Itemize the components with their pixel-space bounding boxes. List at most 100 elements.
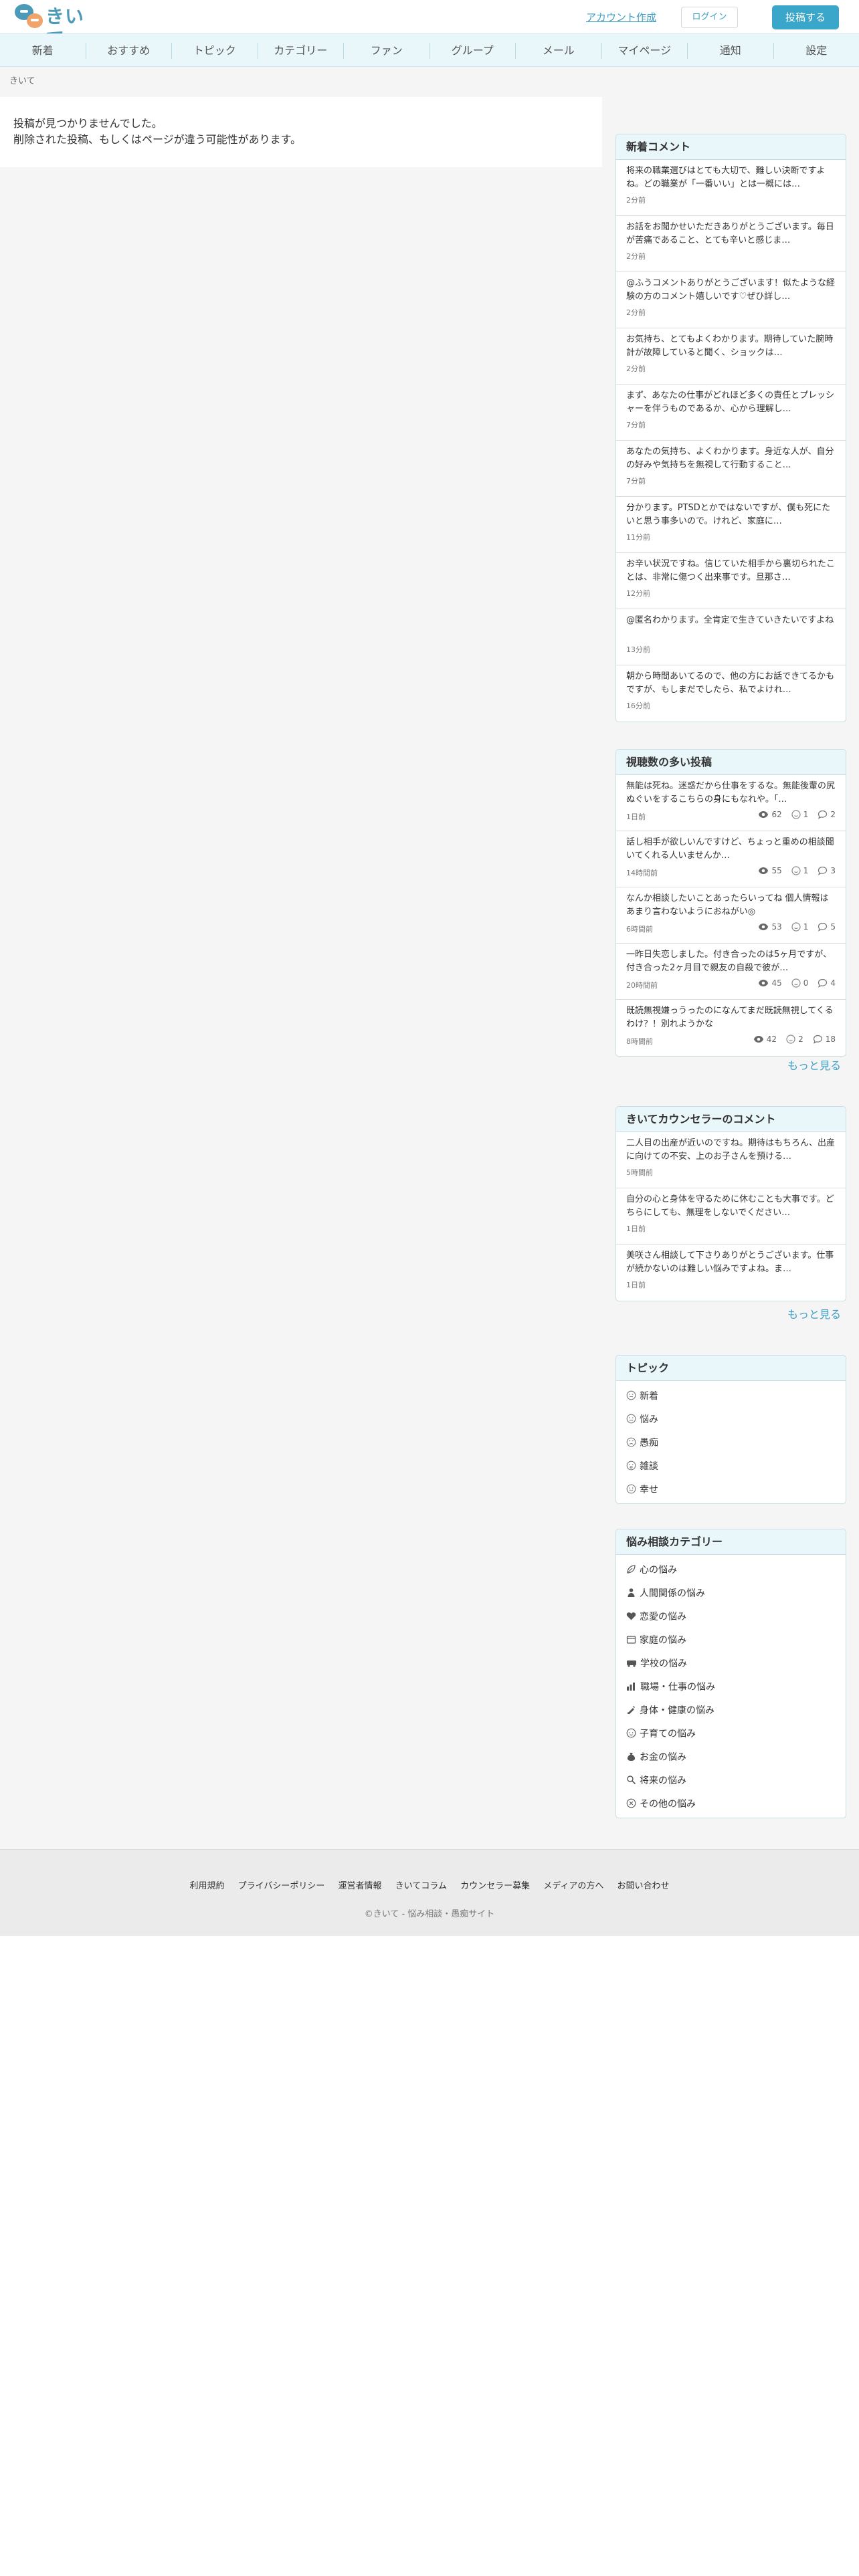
footer-link-counselor-recruit[interactable]: カウンセラー募集 bbox=[460, 1881, 530, 1891]
nav-item-fan[interactable]: ファン bbox=[344, 43, 430, 59]
view-count: 42 bbox=[766, 1035, 777, 1044]
footer-link-column[interactable]: きいてコラム bbox=[395, 1881, 447, 1891]
leaf-icon bbox=[627, 1565, 636, 1574]
topic-item-complaint[interactable]: 愚痴 bbox=[616, 1430, 846, 1454]
comment-item[interactable]: 二人目の出産が近いのですね。期待はもちろん、出産に向けての不安、上のお子さんを預… bbox=[616, 1132, 846, 1188]
category-item-work[interactable]: 職場・仕事の悩み bbox=[616, 1675, 846, 1698]
categories-widget: 悩み相談カテゴリー 心の悩み 人間関係の悩み 恋愛の悩み 家庭の悩み 学校の悩み… bbox=[615, 1529, 846, 1818]
category-label: 身体・健康の悩み bbox=[640, 1705, 714, 1716]
comment-item[interactable]: お気持ち、とてもよくわかります。期待していた腕時計が故障していると聞く、ショック… bbox=[616, 328, 846, 385]
money-bag-icon bbox=[627, 1753, 636, 1761]
post-text: 無能は死ね。迷惑だから仕事をするな。無能後輩の尻ぬぐいをするこちらの身にもなれや… bbox=[626, 781, 836, 804]
comment-item[interactable]: お話をお聞かせいただきありがとうございます。毎日が苦痛であること、とても辛いと感… bbox=[616, 216, 846, 272]
post-time: 8時間前 bbox=[626, 1037, 653, 1046]
view-count: 55 bbox=[771, 866, 782, 875]
topics-widget: トピック 新着 悩み 愚痴 雑談 幸せ bbox=[615, 1355, 846, 1504]
nav-item-group[interactable]: グループ bbox=[430, 43, 516, 59]
comment-text: 朝から時間あいてるので、他の方にお話できてるかもですが、もしまだでしたら、私でよ… bbox=[626, 671, 835, 695]
comment-text: あなたの気持ち、よくわかります。身近な人が、自分の好みや気持ちを無視して行動する… bbox=[626, 447, 834, 470]
popular-more-link[interactable]: もっと見る bbox=[787, 1057, 841, 1073]
nav-item-mail[interactable]: メール bbox=[516, 43, 602, 59]
category-item-mind[interactable]: 心の悩み bbox=[616, 1558, 846, 1581]
nav-item-topic[interactable]: トピック bbox=[172, 43, 258, 59]
category-item-other[interactable]: その他の悩み bbox=[616, 1792, 846, 1815]
post-time: 20時間前 bbox=[626, 981, 658, 990]
nav-item-settings[interactable]: 設定 bbox=[774, 43, 859, 59]
footer-link-contact[interactable]: お問い合わせ bbox=[617, 1881, 669, 1891]
comment-item[interactable]: まず、あなたの仕事がどれほど多くの責任とプレッシャーを伴うものであるか、心から理… bbox=[616, 385, 846, 441]
like-count: 1 bbox=[803, 810, 809, 819]
topic-item-worry[interactable]: 悩み bbox=[616, 1407, 846, 1430]
comment-time: 16分前 bbox=[626, 702, 650, 710]
nav-item-category[interactable]: カテゴリー bbox=[258, 43, 344, 59]
comment-text: お辛い状況ですね。信じていた相手から裏切られたことは、非常に傷つく出来事です。旦… bbox=[626, 559, 836, 582]
smile-icon bbox=[791, 922, 801, 932]
topic-item-happy[interactable]: 幸せ bbox=[616, 1477, 846, 1501]
comment-item[interactable]: @ふうコメントありがとうございます！似たような経験の方のコメント嬉しいです♡ぜひ… bbox=[616, 272, 846, 328]
post-item[interactable]: 無能は死ね。迷惑だから仕事をするな。無能後輩の尻ぬぐいをするこちらの身にもなれや… bbox=[616, 775, 846, 831]
post-item[interactable]: 一昨日失恋しました。付き合ったのは5ヶ月ですが、付き合った2ヶ月目で親友の自殺で… bbox=[616, 944, 846, 1000]
not-found-line: 投稿が見つかりませんでした。 bbox=[13, 117, 163, 130]
post-button[interactable]: 投稿する bbox=[772, 5, 839, 29]
nav-item-recommended[interactable]: おすすめ bbox=[86, 43, 172, 59]
category-label: その他の悩み bbox=[640, 1798, 696, 1810]
category-item-family[interactable]: 家庭の悩み bbox=[616, 1628, 846, 1651]
eye-icon bbox=[759, 980, 769, 986]
topic-label: 雑談 bbox=[640, 1461, 658, 1472]
comment-item[interactable]: 自分の心と身体を守るために休むことも大事です。どちらにしても、無理をしないでくだ… bbox=[616, 1188, 846, 1245]
post-item[interactable]: なんか相談したいことあったらいってね 個人情報はあまり言わないようにおねがい◎ … bbox=[616, 887, 846, 944]
comment-time: 7分前 bbox=[626, 421, 646, 429]
category-item-future[interactable]: 将来の悩み bbox=[616, 1768, 846, 1792]
comment-icon bbox=[818, 866, 828, 875]
popular-posts-widget: 視聴数の多い投稿 無能は死ね。迷惑だから仕事をするな。無能後輩の尻ぬぐいをするこ… bbox=[615, 749, 846, 1057]
comment-time: 2分前 bbox=[626, 364, 646, 373]
category-item-relationships[interactable]: 人間関係の悩み bbox=[616, 1581, 846, 1604]
login-button[interactable]: ログイン bbox=[681, 7, 738, 28]
topic-item-new[interactable]: 新着 bbox=[616, 1384, 846, 1407]
comment-item[interactable]: あなたの気持ち、よくわかります。身近な人が、自分の好みや気持ちを無視して行動する… bbox=[616, 441, 846, 497]
baby-face-icon bbox=[626, 1728, 636, 1738]
comment-text: 二人目の出産が近いのですね。期待はもちろん、出産に向けての不安、上のお子さんを預… bbox=[626, 1138, 836, 1162]
category-item-parenting[interactable]: 子育ての悩み bbox=[616, 1721, 846, 1745]
footer-link-operator[interactable]: 運営者情報 bbox=[339, 1881, 382, 1891]
eye-icon bbox=[753, 1036, 763, 1043]
comment-icon bbox=[818, 978, 828, 988]
category-item-school[interactable]: 学校の悩み bbox=[616, 1651, 846, 1675]
breadcrumb[interactable]: きいて bbox=[9, 74, 35, 86]
site-logo[interactable]: きいて bbox=[13, 3, 100, 50]
nav-item-notifications[interactable]: 通知 bbox=[688, 43, 774, 59]
widget-title: きいてカウンセラーのコメント bbox=[616, 1107, 846, 1132]
nav-item-new[interactable]: 新着 bbox=[0, 43, 86, 59]
counselor-more-link[interactable]: もっと見る bbox=[787, 1305, 841, 1321]
post-item[interactable]: 既読無視嫌っうったのになんてまだ既読無視してくるわけ？！別れようかな 8時間前 … bbox=[616, 1000, 846, 1056]
comment-text: 自分の心と身体を守るために休むことも大事です。どちらにしても、無理をしないでくだ… bbox=[626, 1194, 834, 1218]
chart-icon bbox=[627, 1683, 635, 1691]
comment-icon bbox=[818, 810, 828, 819]
main-nav: 新着 おすすめ トピック カテゴリー ファン グループ メール マイページ 通知… bbox=[0, 33, 859, 67]
smile-icon bbox=[791, 978, 801, 988]
category-item-health[interactable]: 身体・健康の悩み bbox=[616, 1698, 846, 1721]
signup-link[interactable]: アカウント作成 bbox=[586, 10, 656, 24]
comment-item[interactable]: 美咲さん相談して下さりありがとうございます。仕事が続かないのは難しい悩みですよね… bbox=[616, 1245, 846, 1301]
post-text: 話し相手が欲しいんですけど、ちょっと重めの相談聞いてくれる人いませんか… bbox=[626, 837, 834, 861]
home-icon bbox=[626, 1636, 636, 1644]
comment-time: 11分前 bbox=[626, 533, 650, 542]
comment-item[interactable]: お辛い状況ですね。信じていた相手から裏切られたことは、非常に傷つく出来事です。旦… bbox=[616, 553, 846, 609]
footer-link-media[interactable]: メディアの方へ bbox=[543, 1881, 603, 1891]
post-item[interactable]: 話し相手が欲しいんですけど、ちょっと重めの相談聞いてくれる人いませんか… 14時… bbox=[616, 831, 846, 887]
post-time: 14時間前 bbox=[626, 869, 658, 877]
comment-time: 1日前 bbox=[626, 1224, 646, 1233]
topic-item-chat[interactable]: 雑談 bbox=[616, 1454, 846, 1477]
nav-item-mypage[interactable]: マイページ bbox=[602, 43, 688, 59]
comment-item[interactable]: @匿名わかります。全肯定で生きていきたいですよね 13分前 bbox=[616, 609, 846, 665]
category-item-love[interactable]: 恋愛の悩み bbox=[616, 1604, 846, 1628]
comment-item[interactable]: 朝から時間あいてるので、他の方にお話できてるかもですが、もしまだでしたら、私でよ… bbox=[616, 665, 846, 722]
comment-item[interactable]: 分かります。PTSDとかではないですが、僕も死にたいと思う事多いので。けれど、家… bbox=[616, 497, 846, 553]
widget-title: 悩み相談カテゴリー bbox=[616, 1529, 846, 1555]
category-item-money[interactable]: お金の悩み bbox=[616, 1745, 846, 1768]
footer-link-privacy[interactable]: プライバシーポリシー bbox=[238, 1881, 325, 1891]
heart-icon bbox=[626, 1612, 636, 1620]
comment-item[interactable]: 将来の職業選びはとても大切で、難しい決断ですよね。どの職業が「一番いい」とは一概… bbox=[616, 160, 846, 216]
footer-link-terms[interactable]: 利用規約 bbox=[190, 1881, 225, 1891]
face-happy-icon bbox=[626, 1484, 636, 1494]
